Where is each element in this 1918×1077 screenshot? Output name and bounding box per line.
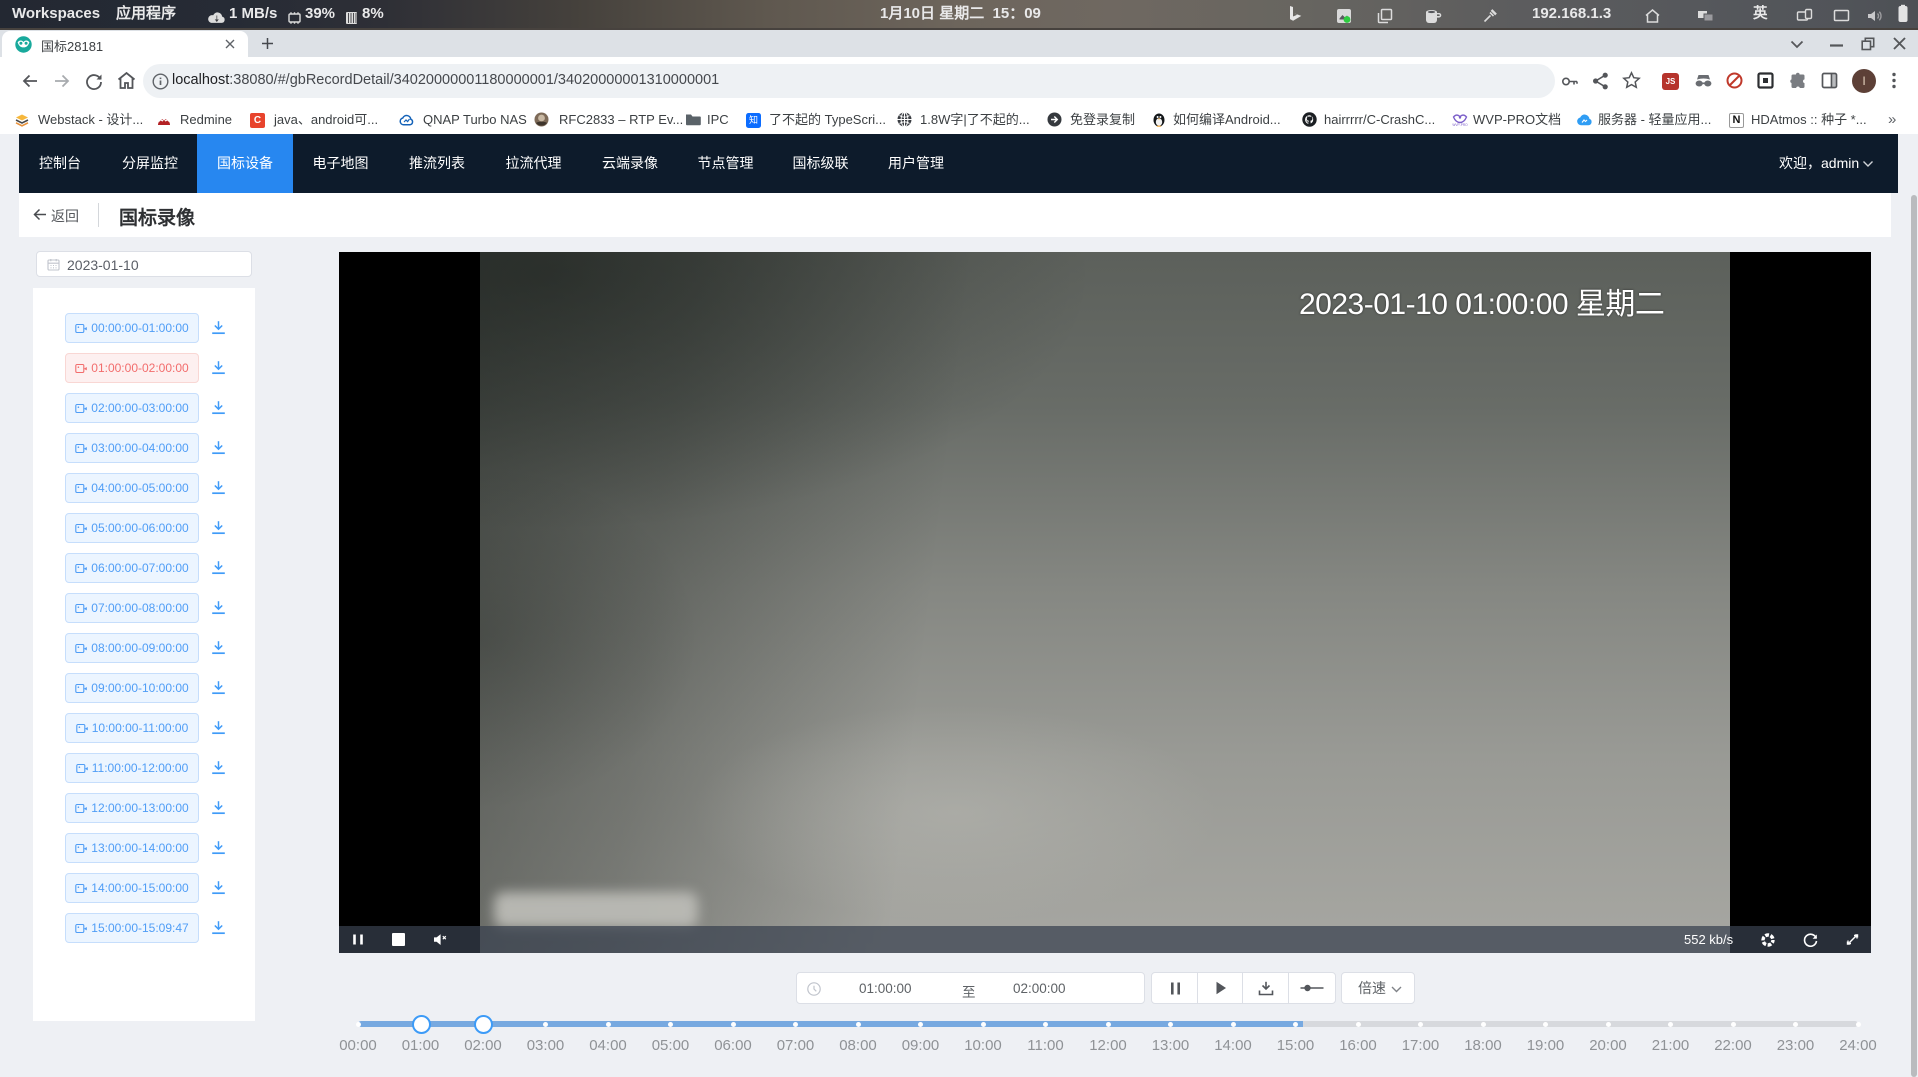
- svg-text:WVP-PRO: WVP-PRO: [1452, 123, 1468, 127]
